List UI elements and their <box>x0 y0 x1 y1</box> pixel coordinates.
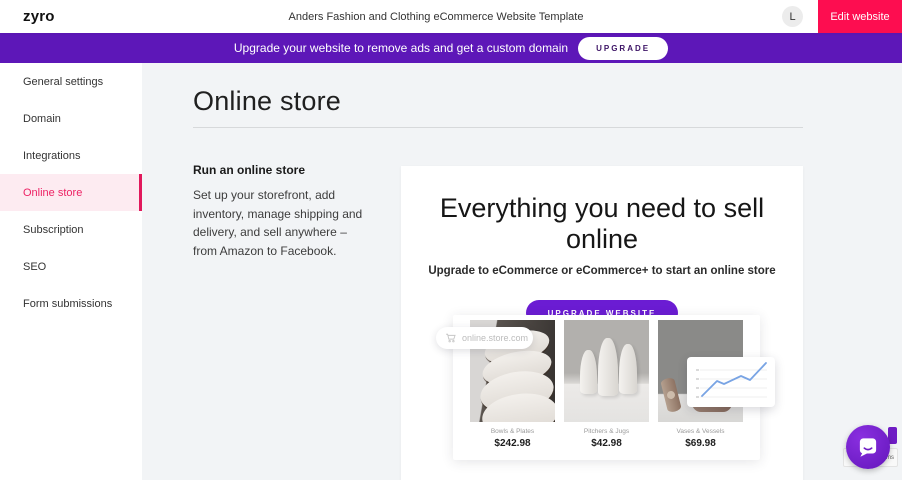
upsell-subheading: Upgrade to eCommerce or eCommerce+ to st… <box>401 265 803 277</box>
page-title: Online store <box>193 86 341 117</box>
store-url-text: online.store.com <box>462 333 528 343</box>
product-price: $42.98 <box>564 438 649 449</box>
product-price: $242.98 <box>470 438 555 449</box>
sidebar-item-general-settings[interactable]: General settings <box>0 63 142 100</box>
smile-chat-bubble-icon <box>855 434 881 460</box>
ecommerce-upsell-card: Everything you need to sell online Upgra… <box>401 166 803 480</box>
settings-sidebar: General settings Domain Integrations Onl… <box>0 63 142 480</box>
intro-title: Run an online store <box>193 163 371 177</box>
upsell-heading: Everything you need to sell online <box>401 193 803 255</box>
sidebar-item-seo[interactable]: SEO <box>0 248 142 285</box>
product-tile: Pitchers & Jugs $42.98 <box>564 320 649 460</box>
sidebar-item-integrations[interactable]: Integrations <box>0 137 142 174</box>
chat-widget-button[interactable] <box>846 425 890 469</box>
upgrade-banner: Upgrade your website to remove ads and g… <box>0 33 902 63</box>
shopping-cart-icon <box>445 332 457 344</box>
upgrade-banner-button[interactable]: UPGRADE <box>578 37 668 60</box>
line-chart-sparkline-icon <box>687 357 775 407</box>
product-name: Pitchers & Jugs <box>564 428 649 435</box>
site-title: Anders Fashion and Clothing eCommerce We… <box>0 11 902 23</box>
product-price: $69.98 <box>658 438 743 449</box>
heading-divider <box>193 127 803 128</box>
edit-website-button[interactable]: Edit website <box>818 0 902 33</box>
sales-chart-card <box>687 357 775 407</box>
product-name: Bowls & Plates <box>470 428 555 435</box>
store-url-pill: online.store.com <box>436 327 533 349</box>
intro-column: Run an online store Set up your storefro… <box>193 163 371 260</box>
product-name: Vases & Vessels <box>658 428 743 435</box>
topbar: zyro Anders Fashion and Clothing eCommer… <box>0 0 902 33</box>
sidebar-item-domain[interactable]: Domain <box>0 100 142 137</box>
intro-description: Set up your storefront, add inventory, m… <box>193 186 371 260</box>
zyro-logo[interactable]: zyro <box>23 8 55 25</box>
sidebar-item-form-submissions[interactable]: Form submissions <box>0 285 142 322</box>
sidebar-item-subscription[interactable]: Subscription <box>0 211 142 248</box>
main-content: Online store Run an online store Set up … <box>142 63 902 480</box>
upgrade-banner-text: Upgrade your website to remove ads and g… <box>234 41 568 55</box>
product-image-pitchers <box>564 320 649 422</box>
user-avatar[interactable]: L <box>782 6 803 27</box>
sidebar-item-online-store[interactable]: Online store <box>0 174 142 211</box>
app-window: zyro Anders Fashion and Clothing eCommer… <box>0 0 902 480</box>
